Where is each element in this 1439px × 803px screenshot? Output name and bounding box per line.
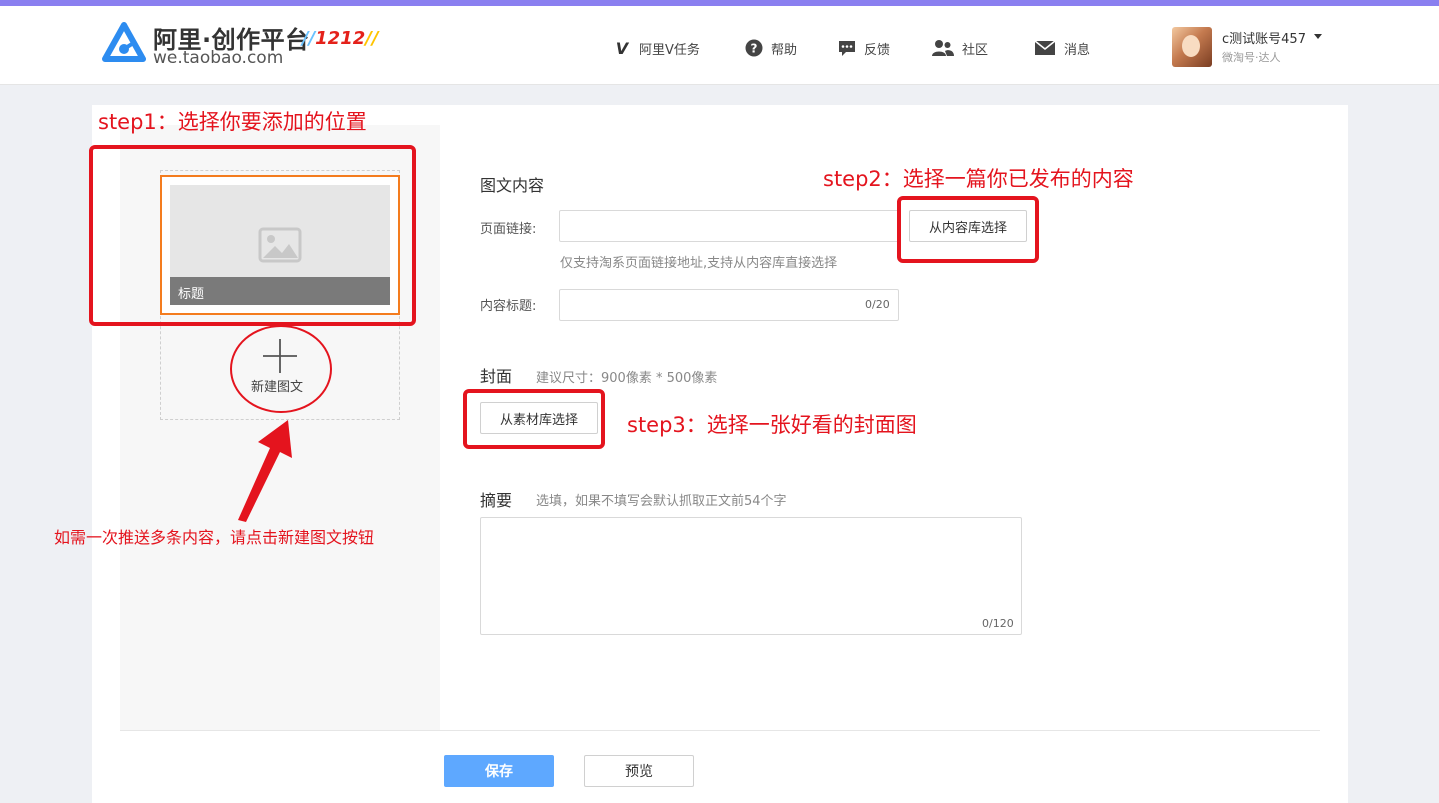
summary-section-title: 摘要 xyxy=(480,491,513,510)
preview-button[interactable]: 预览 xyxy=(584,755,694,787)
annotation-step2-box xyxy=(897,196,1039,263)
cover-hint: 建议尺寸：900像素 * 500像素 xyxy=(536,371,718,386)
summary-textarea[interactable] xyxy=(480,517,1022,635)
annotation-step2: step2：选择一篇你已发布的内容 xyxy=(823,167,1134,191)
annotation-new-item-circle xyxy=(230,325,332,413)
help-icon: ? xyxy=(745,39,763,57)
message-icon xyxy=(1034,39,1056,57)
feedback-icon xyxy=(838,39,856,57)
logo-text-en: we.taobao.com xyxy=(153,48,284,68)
header: 阿里·创作平台 we.taobao.com //1212// V 阿里V任务 ?… xyxy=(0,6,1439,85)
link-input[interactable] xyxy=(559,210,899,242)
nav-v-task[interactable]: V 阿里V任务 xyxy=(613,37,700,59)
link-label: 页面链接: xyxy=(480,222,537,237)
nav-feedback-label: 反馈 xyxy=(864,42,891,58)
logo-triangle-icon xyxy=(102,22,146,62)
nav-community-label: 社区 xyxy=(962,42,989,58)
content-section-title: 图文内容 xyxy=(480,176,545,195)
title-label: 内容标题: xyxy=(480,299,537,314)
annotation-note: 如需一次推送多条内容，请点击新建图文按钮 xyxy=(54,528,375,547)
nav-feedback[interactable]: 反馈 xyxy=(838,37,890,59)
community-icon xyxy=(932,39,954,57)
nav-message[interactable]: 消息 xyxy=(1034,37,1090,59)
nav-help[interactable]: ? 帮助 xyxy=(745,37,797,59)
summary-counter: 0/120 xyxy=(982,617,1014,630)
avatar[interactable] xyxy=(1172,27,1212,67)
footer-divider xyxy=(120,730,1320,731)
annotation-step3: step3：选择一张好看的封面图 xyxy=(627,413,917,437)
chevron-down-icon[interactable] xyxy=(1314,34,1322,39)
summary-hint: 选填，如果不填写会默认抓取正文前54个字 xyxy=(536,494,787,509)
svg-text:?: ? xyxy=(751,42,758,56)
logo-1212-badge: //1212// xyxy=(302,28,379,49)
title-input[interactable] xyxy=(559,289,899,321)
nav-community[interactable]: 社区 xyxy=(932,37,988,59)
annotation-arrow-icon xyxy=(238,420,292,522)
account-subtitle: 微淘号·达人 xyxy=(1222,51,1281,64)
nav-message-label: 消息 xyxy=(1064,42,1091,58)
cover-section-title: 封面 xyxy=(480,367,513,386)
annotation-step3-box xyxy=(463,389,605,449)
title-counter: 0/20 xyxy=(865,298,890,311)
save-button[interactable]: 保存 xyxy=(444,755,554,787)
link-hint: 仅支持淘系页面链接地址,支持从内容库直接选择 xyxy=(560,256,838,271)
nav-help-label: 帮助 xyxy=(771,42,798,58)
logo[interactable]: 阿里·创作平台 we.taobao.com //1212// xyxy=(102,20,402,68)
v-task-icon: V xyxy=(615,38,629,58)
annotation-step1-box xyxy=(89,145,416,326)
annotation-step1: step1：选择你要添加的位置 xyxy=(98,110,367,134)
nav-v-task-label: 阿里V任务 xyxy=(639,42,700,58)
account-name[interactable]: c测试账号457 xyxy=(1222,28,1306,47)
